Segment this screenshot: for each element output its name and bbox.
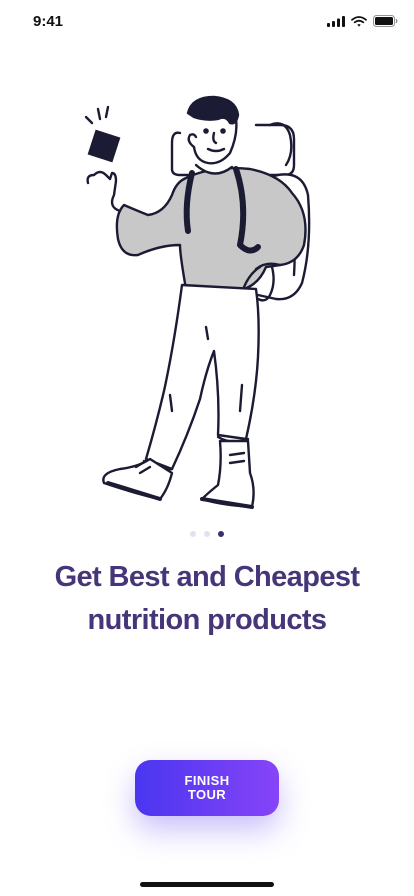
status-bar: 9:41 bbox=[0, 0, 414, 44]
battery-icon bbox=[373, 15, 398, 27]
onboarding-headline: Get Best and Cheapest nutrition products bbox=[54, 561, 360, 636]
status-time: 9:41 bbox=[33, 13, 64, 30]
pager-dot-active[interactable] bbox=[218, 531, 224, 537]
hiker-illustration bbox=[84, 95, 311, 509]
pager-dot[interactable] bbox=[190, 531, 196, 537]
pager-dots bbox=[0, 531, 414, 537]
home-indicator[interactable] bbox=[140, 882, 274, 887]
signal-icon bbox=[327, 15, 345, 27]
status-icons bbox=[327, 15, 398, 27]
pager-dot[interactable] bbox=[204, 531, 210, 537]
wifi-icon bbox=[351, 15, 367, 27]
finish-tour-button[interactable]: FINISH TOUR bbox=[135, 760, 279, 816]
